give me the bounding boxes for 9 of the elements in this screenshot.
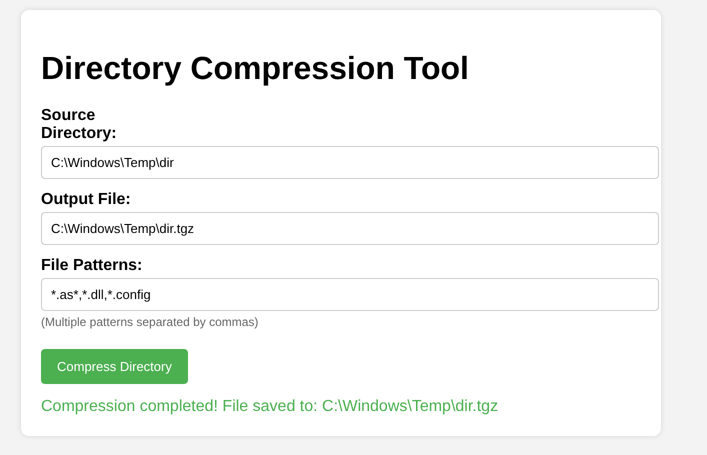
field-label: Output File:	[41, 191, 131, 209]
input-field[interactable]: *.as*,*.dll,*.config	[41, 278, 659, 311]
input-field[interactable]: C:\Windows\Temp\dir.tgz	[41, 212, 659, 245]
field-label: Source Directory:	[41, 107, 118, 143]
field-label: File Patterns:	[41, 257, 142, 275]
input-field[interactable]: C:\Windows\Temp\dir	[41, 146, 659, 179]
page-title: Directory Compression Tool	[41, 50, 470, 87]
status-message: Compression completed! File saved to: C:\Windows\Temp\dir.tgz	[41, 398, 500, 416]
hint-text: (Multiple patterns separated by commas)	[41, 315, 260, 329]
